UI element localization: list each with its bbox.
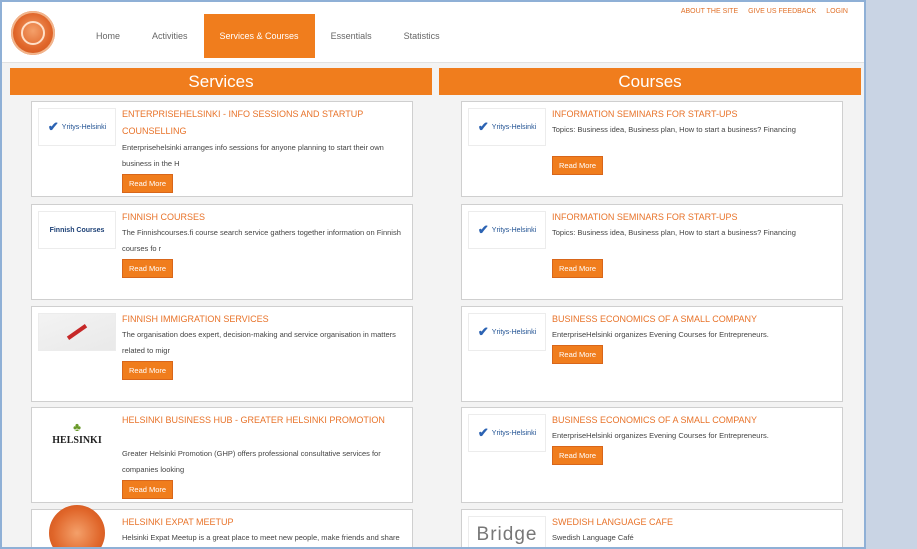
service-thumbnail[interactable] <box>38 505 116 547</box>
read-more-button[interactable]: Read More <box>122 174 174 193</box>
course-description: Swedish Language Café <box>552 533 634 542</box>
services-header: Services <box>10 68 432 95</box>
course-title[interactable]: INFORMATION SEMINARS FOR START-UPS <box>552 209 834 226</box>
read-more-button[interactable]: Read More <box>122 259 174 278</box>
page: Home Activities Services & Courses Essen… <box>0 0 866 549</box>
service-description: Greater Helsinki Promotion (GHP) offers … <box>122 449 381 474</box>
read-more-button[interactable]: Read More <box>552 156 604 175</box>
service-title[interactable]: FINNISH IMMIGRATION SERVICES <box>122 311 404 328</box>
course-title[interactable]: BUSINESS ECONOMICS OF A SMALL COMPANY <box>552 412 834 429</box>
yritys-logo-icon: ✔ <box>477 425 489 440</box>
service-thumbnail[interactable]: ♣ HELSINKI <box>38 414 116 452</box>
service-title[interactable]: HELSINKI BUSINESS HUB - GREATER HELSINKI… <box>122 412 404 429</box>
read-more-button[interactable]: Read More <box>122 361 174 380</box>
course-card: ✔ Yritys-Helsinki BUSINESS ECONOMICS OF A… <box>461 306 843 402</box>
feedback-link[interactable]: GIVE US FEEDBACK <box>748 8 816 15</box>
main-nav: Home Activities Services & Courses Essen… <box>80 14 456 58</box>
yritys-logo-icon: ✔ <box>47 119 59 134</box>
nav-home[interactable]: Home <box>80 14 136 58</box>
service-card: ♣ HELSINKI HELSINKI BUSINESS HUB - GREATE… <box>31 407 413 503</box>
course-title[interactable]: SWEDISH LANGUAGE CAFE <box>552 514 834 531</box>
course-card: ✔ Yritys-Helsinki INFORMATION SEMINARS FO… <box>461 101 843 197</box>
read-more-button[interactable]: Read More <box>122 480 174 499</box>
service-card: FINNISH IMMIGRATION SERVICES The organis… <box>31 306 413 402</box>
window-background <box>866 0 917 549</box>
read-more-button[interactable]: Read More <box>552 259 604 278</box>
service-title[interactable]: FINNISH COURSES <box>122 209 404 226</box>
service-thumbnail[interactable] <box>38 313 116 351</box>
course-card: ✔ Yritys-Helsinki BUSINESS ECONOMICS OF A… <box>461 407 843 503</box>
top-links: ABOUT THE SITE GIVE US FEEDBACK LOGIN <box>681 8 848 15</box>
course-thumbnail[interactable]: Bridge <box>468 516 546 547</box>
migri-logo-icon <box>66 324 88 340</box>
nav-services-courses[interactable]: Services & Courses <box>203 14 315 58</box>
service-title[interactable]: HELSINKI EXPAT MEETUP <box>122 514 404 531</box>
course-card: Bridge SWEDISH LANGUAGE CAFE Swedish Lan… <box>461 509 843 547</box>
nav-statistics[interactable]: Statistics <box>388 14 456 58</box>
service-description: Enterprisehelsinki arranges info session… <box>122 143 384 168</box>
course-card: ✔ Yritys-Helsinki INFORMATION SEMINARS FO… <box>461 204 843 300</box>
service-thumbnail[interactable]: Finnish Courses <box>38 211 116 249</box>
course-description: Topics: Business idea, Business plan, Ho… <box>552 125 796 134</box>
login-link[interactable]: LOGIN <box>826 8 848 15</box>
course-description: EnterpriseHelsinki organizes Evening Cou… <box>552 431 769 440</box>
site-logo[interactable] <box>11 11 55 55</box>
read-more-button[interactable]: Read More <box>552 446 604 465</box>
nav-activities[interactable]: Activities <box>136 14 204 58</box>
expat-meetup-logo-icon <box>49 505 105 547</box>
nav-essentials[interactable]: Essentials <box>315 14 388 58</box>
course-description: EnterpriseHelsinki organizes Evening Cou… <box>552 330 769 339</box>
service-description: The organisation does expert, decision-m… <box>122 330 396 355</box>
top-navigation-bar: Home Activities Services & Courses Essen… <box>2 2 864 63</box>
service-card: Finnish Courses FINNISH COURSES The Finn… <box>31 204 413 300</box>
course-thumbnail[interactable]: ✔ Yritys-Helsinki <box>468 211 546 249</box>
service-description: The Finnishcourses.fi course search serv… <box>122 228 401 253</box>
service-description: Helsinki Expat Meetup is a great place t… <box>122 533 400 542</box>
course-title[interactable]: INFORMATION SEMINARS FOR START-UPS <box>552 106 834 123</box>
course-title[interactable]: BUSINESS ECONOMICS OF A SMALL COMPANY <box>552 311 834 328</box>
yritys-logo-icon: ✔ <box>477 119 489 134</box>
yritys-logo-icon: ✔ <box>477 222 489 237</box>
course-thumbnail[interactable]: ✔ Yritys-Helsinki <box>468 414 546 452</box>
service-title[interactable]: ENTERPRISEHELSINKI - INFO SESSIONS AND S… <box>122 106 404 140</box>
helsinki-logo-icon: ♣ <box>73 420 81 434</box>
service-card: HELSINKI EXPAT MEETUP Helsinki Expat Mee… <box>31 505 413 547</box>
course-thumbnail[interactable]: ✔ Yritys-Helsinki <box>468 313 546 351</box>
about-link[interactable]: ABOUT THE SITE <box>681 8 738 15</box>
yritys-logo-icon: ✔ <box>477 324 489 339</box>
service-card: ✔ Yritys-Helsinki ENTERPRISEHELSINKI - IN… <box>31 101 413 197</box>
course-description: Topics: Business idea, Business plan, Ho… <box>552 228 796 237</box>
course-thumbnail[interactable]: ✔ Yritys-Helsinki <box>468 108 546 146</box>
read-more-button[interactable]: Read More <box>552 345 604 364</box>
service-thumbnail[interactable]: ✔ Yritys-Helsinki <box>38 108 116 146</box>
courses-header: Courses <box>439 68 861 95</box>
